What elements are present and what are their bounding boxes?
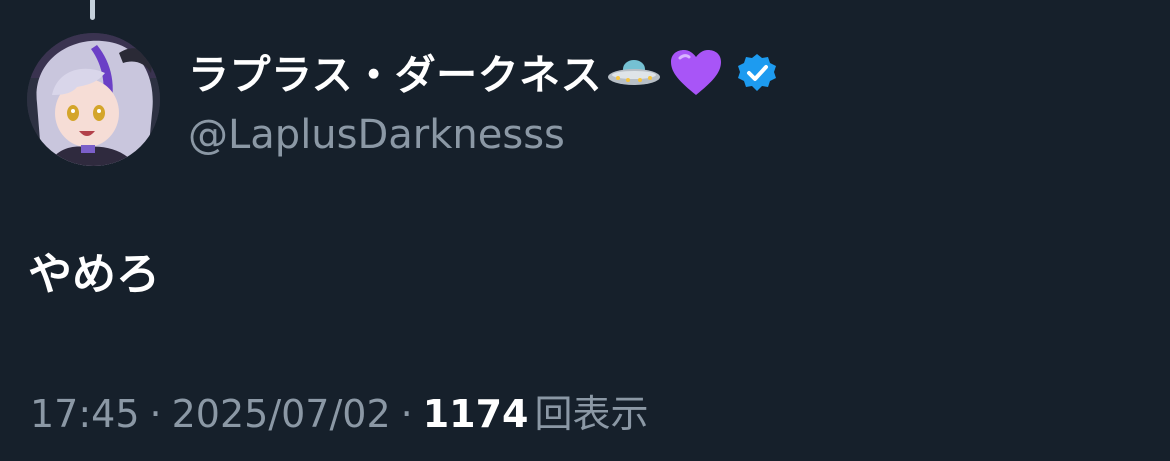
tweet-text: やめろ	[28, 249, 160, 300]
views-count[interactable]: 1174	[423, 392, 529, 436]
avatar-illustration	[27, 33, 160, 166]
tweet-time[interactable]: 17:45	[30, 392, 140, 436]
thread-connector-line	[90, 0, 95, 20]
name-row: ラプラス・ダークネス	[188, 44, 1088, 106]
meta-separator: ·	[400, 392, 413, 436]
meta-separator: ·	[149, 392, 162, 436]
views-label: 回表示	[534, 392, 649, 436]
avatar[interactable]	[27, 33, 160, 166]
purple-heart-icon	[670, 49, 722, 101]
author-handle[interactable]: @LaplusDarknesss	[188, 110, 1088, 160]
verified-badge-icon[interactable]	[736, 52, 778, 98]
tweet-metadata: 17:45 · 2025/07/02 · 1174 回表示	[30, 386, 649, 442]
tweet-header: ラプラス・ダークネス @LaplusDarknesss	[188, 44, 1088, 160]
tweet-date[interactable]: 2025/07/02	[172, 392, 391, 436]
author-display-name[interactable]: ラプラス・ダークネス	[188, 44, 602, 106]
ufo-icon	[606, 55, 662, 95]
